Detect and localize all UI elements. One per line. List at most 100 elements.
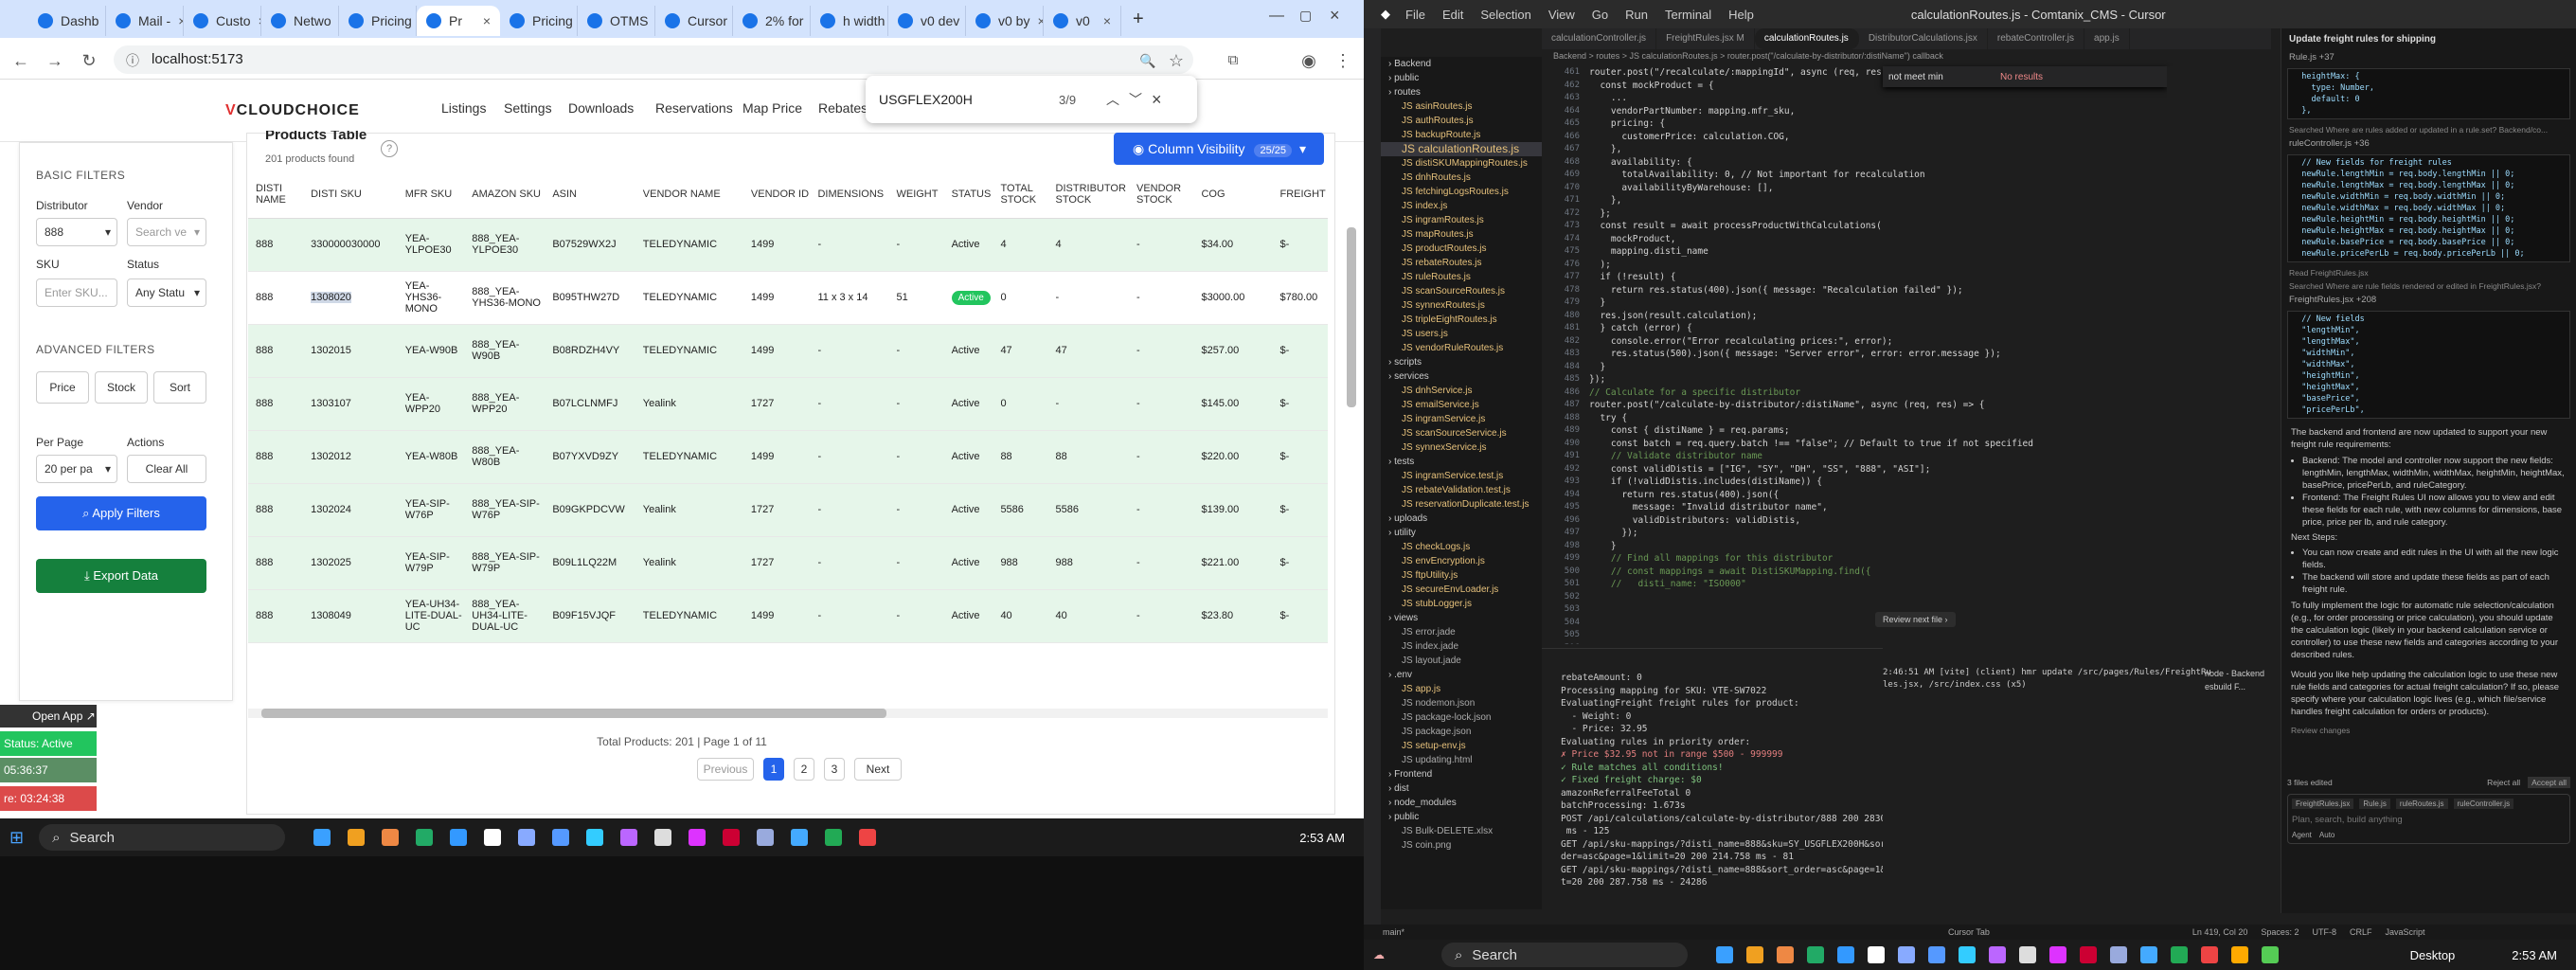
status-select[interactable]: Any Statu ▾ <box>127 278 206 307</box>
widgets-icon[interactable]: ☁ <box>1373 948 1385 961</box>
explorer-item[interactable]: JS coin.png <box>1381 838 1542 853</box>
taskbar-app-icon[interactable] <box>518 829 536 846</box>
explorer-item[interactable]: JS backupRoute.js <box>1381 128 1542 142</box>
explorer-item[interactable]: JS reservationDuplicate.test.js <box>1381 497 1542 512</box>
taskbar-app-icon[interactable] <box>1716 946 1733 963</box>
column-header[interactable]: AMAZON SKU <box>464 171 546 219</box>
explorer-item[interactable]: JS mapRoutes.js <box>1381 227 1542 242</box>
explorer-item[interactable]: › tests <box>1381 455 1542 469</box>
agent-mode-select[interactable]: Agent <box>2292 831 2312 839</box>
menu-file[interactable]: File <box>1405 8 1425 22</box>
editor-tab[interactable]: DistributorCalculations.jsx <box>1859 28 1988 49</box>
find-close-icon[interactable]: × <box>1152 90 1162 110</box>
browser-tab[interactable]: Custo× <box>184 6 261 36</box>
distributor-select[interactable]: 888 ▾ <box>36 218 117 246</box>
horizontal-scrollbar-track[interactable] <box>248 709 1328 718</box>
taskbar-app-icon[interactable] <box>1928 946 1945 963</box>
browser-tab[interactable]: Pricing× <box>339 6 417 36</box>
table-row[interactable]: 888 330000030000 YEA-YLPOE30 888_YEA-YLPOE3… <box>248 218 1328 272</box>
taskbar-app-icon[interactable] <box>1746 946 1763 963</box>
bookmark-star-icon[interactable]: ☆ <box>1165 49 1188 72</box>
explorer-item[interactable]: › views <box>1381 611 1542 625</box>
explorer-item[interactable]: JS layout.jade <box>1381 654 1542 668</box>
editor-tab[interactable]: FreightRules.jsx M <box>1656 28 1755 49</box>
column-header[interactable]: DIMENSIONS <box>810 171 889 219</box>
explorer-item[interactable]: JS rebateValidation.test.js <box>1381 483 1542 497</box>
tab-close-icon[interactable]: × <box>1103 13 1111 28</box>
taskbar-app-icon[interactable] <box>1898 946 1915 963</box>
menu-edit[interactable]: Edit <box>1442 8 1463 22</box>
explorer-item[interactable]: JS fetchingLogsRoutes.js <box>1381 185 1542 199</box>
column-header[interactable]: VENDOR NAME <box>635 171 743 219</box>
menu-help[interactable]: Help <box>1728 8 1754 22</box>
browser-tab[interactable]: h width× <box>811 6 888 36</box>
chat-input[interactable]: Plan, search, build anything <box>2292 809 2566 831</box>
review-next-file-button[interactable]: Review next file › <box>1875 612 1956 627</box>
explorer-item[interactable]: JS tripleEightRoutes.js <box>1381 313 1542 327</box>
explorer-item[interactable]: › uploads <box>1381 512 1542 526</box>
taskbar-app-icon[interactable] <box>2201 946 2218 963</box>
taskbar-app-icon[interactable] <box>1868 946 1885 963</box>
explorer-item[interactable]: JS ingramService.test.js <box>1381 469 1542 483</box>
browser-tab[interactable]: Mail -× <box>106 6 184 36</box>
export-data-button[interactable]: ⤓ Export Data <box>36 559 206 593</box>
tab-close-icon[interactable]: × <box>483 13 491 28</box>
taskbar-app-icon[interactable] <box>1989 946 2006 963</box>
browser-tab[interactable]: 2% for× <box>733 6 811 36</box>
open-app-button[interactable]: Open App ↗ <box>0 705 97 728</box>
explorer-item[interactable]: JS updating.html <box>1381 753 1542 767</box>
column-header[interactable]: MFR SKU <box>397 171 465 219</box>
explorer-item[interactable]: JS scanSourceService.js <box>1381 426 1542 440</box>
editor-tab[interactable]: calculationController.js <box>1542 28 1657 49</box>
minimize-icon[interactable]: — <box>1269 8 1284 25</box>
minimap[interactable] <box>2167 66 2252 644</box>
table-row[interactable]: 888 1302012 YEA-W80B 888_YEA-W80B B07YXVD9ZY… <box>248 430 1328 484</box>
context-chip[interactable]: ruleController.js <box>2453 799 2514 809</box>
explorer-item[interactable]: JS distiSKUMappingRoutes.js <box>1381 156 1542 171</box>
terminal-instance[interactable]: esbuild F... <box>2205 680 2271 693</box>
column-header[interactable]: DISTI SKU <box>303 171 398 219</box>
explorer-item[interactable]: JS index.js <box>1381 199 1542 213</box>
column-header[interactable]: COG <box>1193 171 1273 219</box>
taskbar-app-icon[interactable] <box>2110 946 2127 963</box>
taskbar-app-icon[interactable] <box>552 829 570 846</box>
encoding[interactable]: UTF-8 <box>2312 927 2336 937</box>
page-button[interactable]: 2 <box>794 758 814 781</box>
explorer-item[interactable]: › .env <box>1381 668 1542 682</box>
table-row[interactable]: 888 1308020 YEA-YHS36-MONO 888_YEA-YHS36-MO… <box>248 271 1328 325</box>
nav-reservations[interactable]: Reservations <box>655 100 733 116</box>
file-edit-freightrules[interactable]: FreightRules.jsx +208 <box>2281 293 2576 307</box>
taskbar-app-icon[interactable] <box>620 829 638 846</box>
taskbar-app-icon[interactable] <box>859 829 877 846</box>
column-header[interactable]: DISTI NAME <box>248 171 304 219</box>
explorer-item[interactable]: › routes <box>1381 85 1542 99</box>
taskbar-app-icon[interactable] <box>2231 946 2248 963</box>
explorer-item[interactable]: › Frontend <box>1381 767 1542 781</box>
taskbar-app-icon[interactable] <box>757 829 775 846</box>
taskbar-app-icon[interactable] <box>313 829 331 846</box>
column-header[interactable]: VENDOR ID <box>742 171 811 219</box>
taskbar-app-icon[interactable] <box>654 829 672 846</box>
column-header[interactable]: STATUS <box>943 171 993 219</box>
code-editor[interactable]: router.post("/recalculate/:mappingId", a… <box>1589 66 2233 644</box>
nav-rebates[interactable]: Rebates <box>818 100 868 116</box>
editor-tab[interactable]: calculationRoutes.js <box>1754 28 1859 49</box>
model-select[interactable]: Auto <box>2319 831 2334 839</box>
explorer-item[interactable]: JS setup-env.js <box>1381 739 1542 753</box>
price-filter-button[interactable]: Price <box>36 371 89 404</box>
forward-icon[interactable]: → <box>44 49 66 72</box>
taskbar-search-2[interactable]: ⌕ Search <box>1441 943 1688 967</box>
taskbar-app-icon[interactable] <box>723 829 741 846</box>
nav-settings[interactable]: Settings <box>504 100 552 116</box>
file-edit-controller[interactable]: ruleController.js +36 <box>2281 136 2576 151</box>
nav-downloads[interactable]: Downloads <box>568 100 634 116</box>
taskbar-app-icon[interactable] <box>2171 946 2188 963</box>
explorer-item[interactable]: JS asinRoutes.js <box>1381 99 1542 114</box>
explorer-item[interactable]: JS productRoutes.js <box>1381 242 1542 256</box>
table-row[interactable]: 888 1308049 YEA-UH34-LITE-DUAL-UC 888_YEA-U… <box>248 589 1328 643</box>
sort-button[interactable]: Sort <box>153 371 206 404</box>
menu-selection[interactable]: Selection <box>1480 8 1530 22</box>
explorer-item[interactable]: › services <box>1381 369 1542 384</box>
explorer-item[interactable]: JS synnexService.js <box>1381 440 1542 455</box>
explorer-item[interactable]: JS stubLogger.js <box>1381 597 1542 611</box>
